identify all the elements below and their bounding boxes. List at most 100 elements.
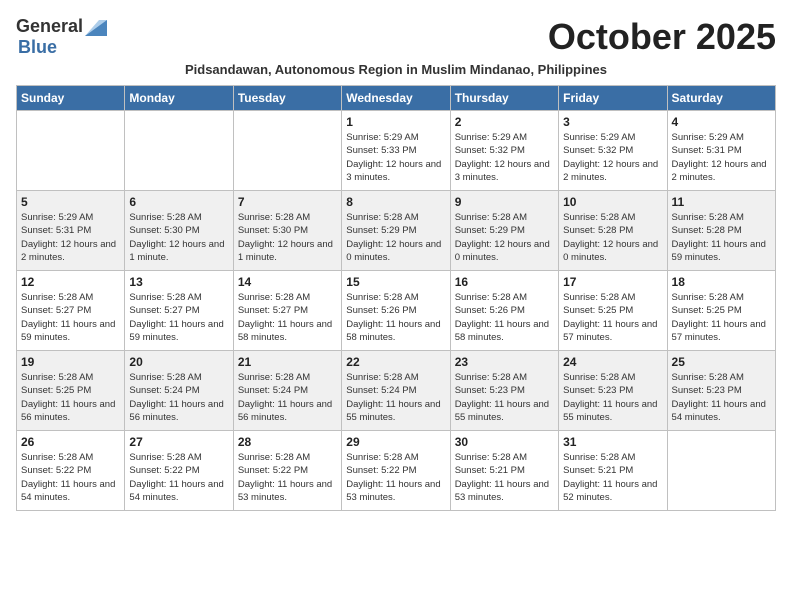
calendar-table: SundayMondayTuesdayWednesdayThursdayFrid… <box>16 85 776 511</box>
calendar-day-cell: 31Sunrise: 5:28 AMSunset: 5:21 PMDayligh… <box>559 431 667 511</box>
calendar-day-cell: 13 Sunrise: 5:28 AMSunset: 5:27 PMDayligh… <box>125 271 233 351</box>
day-detail: Sunrise: 5:29 AMSunset: 5:31 PMDaylight:… <box>21 211 120 264</box>
day-number: 6 <box>129 195 228 209</box>
day-number: 10 <box>563 195 662 209</box>
day-detail: Sunrise: 5:28 AMSunset: 5:25 PMDaylight:… <box>672 291 771 344</box>
day-number: 2 <box>455 115 554 129</box>
day-detail: Sunrise: 5:28 AMSunset: 5:26 PMDaylight:… <box>455 291 554 344</box>
day-number: 30 <box>455 435 554 449</box>
day-detail: Sunrise: 5:28 AMSunset: 5:27 PMDaylight:… <box>129 291 228 344</box>
day-of-week-header: Wednesday <box>342 86 450 111</box>
day-detail: Sunrise: 5:28 AMSunset: 5:27 PMDaylight:… <box>238 291 337 344</box>
calendar-day-cell: 2 Sunrise: 5:29 AMSunset: 5:32 PMDaylight… <box>450 111 558 191</box>
calendar-day-cell: 9Sunrise: 5:28 AMSunset: 5:29 PMDaylight… <box>450 191 558 271</box>
day-detail: Sunrise: 5:28 AMSunset: 5:23 PMDaylight:… <box>563 371 662 424</box>
calendar-day-cell: 1 Sunrise: 5:29 AMSunset: 5:33 PMDaylight… <box>342 111 450 191</box>
calendar-day-cell <box>125 111 233 191</box>
day-number: 26 <box>21 435 120 449</box>
day-number: 12 <box>21 275 120 289</box>
calendar-day-cell: 4Sunrise: 5:29 AMSunset: 5:31 PMDaylight… <box>667 111 775 191</box>
day-number: 9 <box>455 195 554 209</box>
day-number: 5 <box>21 195 120 209</box>
calendar-day-cell: 20Sunrise: 5:28 AMSunset: 5:24 PMDayligh… <box>125 351 233 431</box>
calendar-day-cell: 24 Sunrise: 5:28 AMSunset: 5:23 PMDayligh… <box>559 351 667 431</box>
calendar-day-cell: 30 Sunrise: 5:28 AMSunset: 5:21 PMDayligh… <box>450 431 558 511</box>
calendar-day-cell <box>17 111 125 191</box>
calendar-day-cell: 18 Sunrise: 5:28 AMSunset: 5:25 PMDayligh… <box>667 271 775 351</box>
logo-blue-text: Blue <box>18 37 57 57</box>
logo-general-text: General <box>16 16 83 37</box>
calendar-subtitle: Pidsandawan, Autonomous Region in Muslim… <box>16 62 776 77</box>
day-number: 22 <box>346 355 445 369</box>
page-header: General Blue October 2025 <box>16 16 776 58</box>
day-number: 20 <box>129 355 228 369</box>
calendar-day-cell: 19 Sunrise: 5:28 AMSunset: 5:25 PMDayligh… <box>17 351 125 431</box>
calendar-day-cell: 11Sunrise: 5:28 AMSunset: 5:28 PMDayligh… <box>667 191 775 271</box>
calendar-day-cell <box>233 111 341 191</box>
calendar-week-row: 12 Sunrise: 5:28 AMSunset: 5:27 PMDayligh… <box>17 271 776 351</box>
day-detail: Sunrise: 5:28 AMSunset: 5:22 PMDaylight:… <box>238 451 337 504</box>
day-number: 29 <box>346 435 445 449</box>
day-detail: Sunrise: 5:28 AMSunset: 5:23 PMDaylight:… <box>672 371 771 424</box>
day-number: 23 <box>455 355 554 369</box>
calendar-week-row: 26 Sunrise: 5:28 AMSunset: 5:22 PMDayligh… <box>17 431 776 511</box>
day-number: 19 <box>21 355 120 369</box>
day-number: 24 <box>563 355 662 369</box>
day-detail: Sunrise: 5:28 AMSunset: 5:27 PMDaylight:… <box>21 291 120 344</box>
day-number: 1 <box>346 115 445 129</box>
logo: General Blue <box>16 16 107 58</box>
day-number: 27 <box>129 435 228 449</box>
day-detail: Sunrise: 5:28 AMSunset: 5:30 PMDaylight:… <box>129 211 228 264</box>
day-detail: Sunrise: 5:29 AMSunset: 5:32 PMDaylight:… <box>455 131 554 184</box>
day-detail: Sunrise: 5:28 AMSunset: 5:30 PMDaylight:… <box>238 211 337 264</box>
day-detail: Sunrise: 5:28 AMSunset: 5:23 PMDaylight:… <box>455 371 554 424</box>
day-detail: Sunrise: 5:29 AMSunset: 5:33 PMDaylight:… <box>346 131 445 184</box>
day-number: 16 <box>455 275 554 289</box>
calendar-week-row: 1 Sunrise: 5:29 AMSunset: 5:33 PMDaylight… <box>17 111 776 191</box>
day-detail: Sunrise: 5:28 AMSunset: 5:26 PMDaylight:… <box>346 291 445 344</box>
day-detail: Sunrise: 5:28 AMSunset: 5:22 PMDaylight:… <box>21 451 120 504</box>
day-detail: Sunrise: 5:28 AMSunset: 5:29 PMDaylight:… <box>346 211 445 264</box>
day-number: 13 <box>129 275 228 289</box>
calendar-day-cell: 5 Sunrise: 5:29 AMSunset: 5:31 PMDaylight… <box>17 191 125 271</box>
day-number: 7 <box>238 195 337 209</box>
calendar-day-cell: 10 Sunrise: 5:28 AMSunset: 5:28 PMDayligh… <box>559 191 667 271</box>
day-detail: Sunrise: 5:28 AMSunset: 5:24 PMDaylight:… <box>346 371 445 424</box>
day-number: 4 <box>672 115 771 129</box>
calendar-day-cell: 14Sunrise: 5:28 AMSunset: 5:27 PMDayligh… <box>233 271 341 351</box>
calendar-day-cell: 16 Sunrise: 5:28 AMSunset: 5:26 PMDayligh… <box>450 271 558 351</box>
calendar-day-cell: 26 Sunrise: 5:28 AMSunset: 5:22 PMDayligh… <box>17 431 125 511</box>
calendar-week-row: 19 Sunrise: 5:28 AMSunset: 5:25 PMDayligh… <box>17 351 776 431</box>
day-detail: Sunrise: 5:28 AMSunset: 5:21 PMDaylight:… <box>455 451 554 504</box>
calendar-day-cell: 15 Sunrise: 5:28 AMSunset: 5:26 PMDayligh… <box>342 271 450 351</box>
day-detail: Sunrise: 5:28 AMSunset: 5:21 PMDaylight:… <box>563 451 662 504</box>
day-of-week-header: Thursday <box>450 86 558 111</box>
day-of-week-header: Monday <box>125 86 233 111</box>
day-detail: Sunrise: 5:28 AMSunset: 5:28 PMDaylight:… <box>563 211 662 264</box>
calendar-day-cell: 8 Sunrise: 5:28 AMSunset: 5:29 PMDaylight… <box>342 191 450 271</box>
calendar-week-row: 5 Sunrise: 5:29 AMSunset: 5:31 PMDaylight… <box>17 191 776 271</box>
day-of-week-header: Saturday <box>667 86 775 111</box>
day-number: 25 <box>672 355 771 369</box>
day-detail: Sunrise: 5:28 AMSunset: 5:25 PMDaylight:… <box>563 291 662 344</box>
day-of-week-header: Sunday <box>17 86 125 111</box>
day-number: 8 <box>346 195 445 209</box>
month-title: October 2025 <box>548 16 776 58</box>
day-of-week-header: Tuesday <box>233 86 341 111</box>
calendar-day-cell: 25 Sunrise: 5:28 AMSunset: 5:23 PMDayligh… <box>667 351 775 431</box>
day-of-week-header: Friday <box>559 86 667 111</box>
calendar-day-cell: 23 Sunrise: 5:28 AMSunset: 5:23 PMDayligh… <box>450 351 558 431</box>
calendar-day-cell: 21Sunrise: 5:28 AMSunset: 5:24 PMDayligh… <box>233 351 341 431</box>
day-number: 18 <box>672 275 771 289</box>
day-detail: Sunrise: 5:29 AMSunset: 5:32 PMDaylight:… <box>563 131 662 184</box>
day-number: 3 <box>563 115 662 129</box>
calendar-day-cell: 3 Sunrise: 5:29 AMSunset: 5:32 PMDaylight… <box>559 111 667 191</box>
day-number: 15 <box>346 275 445 289</box>
day-detail: Sunrise: 5:28 AMSunset: 5:24 PMDaylight:… <box>238 371 337 424</box>
calendar-day-cell: 6 Sunrise: 5:28 AMSunset: 5:30 PMDaylight… <box>125 191 233 271</box>
calendar-day-cell: 22 Sunrise: 5:28 AMSunset: 5:24 PMDayligh… <box>342 351 450 431</box>
day-detail: Sunrise: 5:28 AMSunset: 5:25 PMDaylight:… <box>21 371 120 424</box>
calendar-day-cell: 17Sunrise: 5:28 AMSunset: 5:25 PMDayligh… <box>559 271 667 351</box>
day-detail: Sunrise: 5:28 AMSunset: 5:22 PMDaylight:… <box>346 451 445 504</box>
calendar-day-cell: 28Sunrise: 5:28 AMSunset: 5:22 PMDayligh… <box>233 431 341 511</box>
